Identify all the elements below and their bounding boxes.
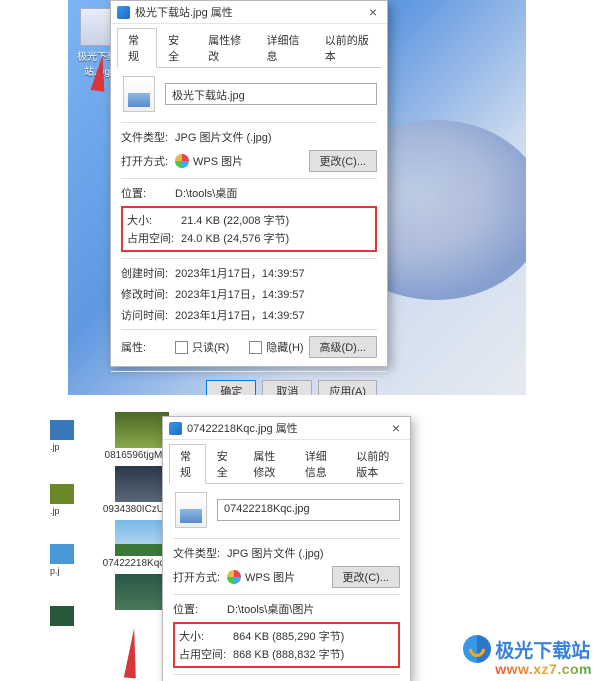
window-title: 极光下载站.jpg 属性 [135,4,365,20]
created-value: 2023年1月17日，14:39:57 [175,265,377,281]
dialog-body: 07422218Kqc.jpg 文件类型: JPG 图片文件 (.jpg) 打开… [163,484,410,681]
tab-modify[interactable]: 属性修改 [242,444,293,484]
attr-label: 属性: [121,339,175,355]
disksize-value: 868 KB (888,832 字节) [233,646,394,662]
advanced-button[interactable]: 高级(D)... [309,336,377,358]
file-icon [123,76,155,112]
hidden-label: 隐藏(H) [266,339,303,355]
tab-modify[interactable]: 属性修改 [197,28,255,68]
size-highlight-box: 大小: 21.4 KB (22,008 字节) 占用空间: 24.0 KB (2… [121,206,377,252]
size-highlight-box: 大小: 864 KB (885,290 字节) 占用空间: 868 KB (88… [173,622,400,668]
tab-general[interactable]: 常规 [117,28,157,68]
readonly-checkbox[interactable] [175,341,188,354]
filetype-value: JPG 图片文件 (.jpg) [227,545,400,561]
openwith-label: 打开方式: [173,569,227,585]
location-value: D:\tools\桌面 [175,185,377,201]
explorer-background: .jp .jp p.j 0816596tjgM.jpg 0934380ICzU.… [50,408,430,681]
tab-prev[interactable]: 以前的版本 [345,444,404,484]
disksize-label: 占用空间: [127,230,181,246]
watermark: 极光下载站 www.xz7.com [463,635,592,677]
hidden-checkbox[interactable] [249,341,262,354]
openwith-value: WPS 图片 [175,153,309,169]
file-icon [175,492,207,528]
thumb-image [115,466,169,502]
created-label: 创建时间: [121,265,175,281]
location-label: 位置: [121,185,175,201]
openwith-label: 打开方式: [121,153,175,169]
red-arrow-icon [124,628,140,679]
size-label: 大小: [179,628,233,644]
filetype-label: 文件类型: [173,545,227,561]
change-button[interactable]: 更改(C)... [332,566,400,588]
titlebar: 07422218Kqc.jpg 属性 × [163,417,410,440]
watermark-name: 极光下载站 [495,636,590,663]
disksize-label: 占用空间: [179,646,233,662]
accessed-value: 2023年1月17日，14:39:57 [175,307,377,323]
size-label: 大小: [127,212,181,228]
thumb-image [115,574,169,610]
change-button[interactable]: 更改(C)... [309,150,377,172]
tab-strip: 常规 安全 属性修改 详细信息 以前的版本 [163,440,410,484]
filetype-value: JPG 图片文件 (.jpg) [175,129,377,145]
tab-general[interactable]: 常规 [169,444,206,484]
accessed-label: 访问时间: [121,307,175,323]
location-value: D:\tools\桌面\图片 [227,601,400,617]
wps-icon [227,570,241,584]
modified-value: 2023年1月17日，14:39:57 [175,286,377,302]
logo-icon [463,635,491,663]
thumb-image [115,412,169,448]
dialog-body: 极光下载站.jpg 文件类型: JPG 图片文件 (.jpg) 打开方式: WP… [111,68,387,371]
apply-button[interactable]: 应用(A) [318,380,377,395]
properties-dialog-2: 07422218Kqc.jpg 属性 × 常规 安全 属性修改 详细信息 以前的… [162,416,411,681]
tab-prev[interactable]: 以前的版本 [314,28,381,68]
close-icon[interactable]: × [388,420,404,436]
tab-details[interactable]: 详细信息 [294,444,345,484]
filename-input[interactable]: 极光下载站.jpg [165,83,377,105]
tab-security[interactable]: 安全 [157,28,197,68]
filename-input[interactable]: 07422218Kqc.jpg [217,499,400,521]
modified-label: 修改时间: [121,286,175,302]
openwith-value: WPS 图片 [227,569,332,585]
size-value: 864 KB (885,290 字节) [233,628,394,644]
disksize-value: 24.0 KB (24,576 字节) [181,230,371,246]
location-label: 位置: [173,601,227,617]
tab-security[interactable]: 安全 [206,444,243,484]
filetype-label: 文件类型: [121,129,175,145]
size-value: 21.4 KB (22,008 字节) [181,212,371,228]
close-icon[interactable]: × [365,4,381,20]
tab-strip: 常规 安全 属性修改 详细信息 以前的版本 [111,24,387,68]
tab-details[interactable]: 详细信息 [255,28,313,68]
cancel-button[interactable]: 取消 [262,380,312,395]
thumb-image [115,520,169,556]
jpg-icon [80,8,114,46]
wps-icon [175,154,189,168]
watermark-url: www.xz7.com [495,661,592,677]
titlebar: 极光下载站.jpg 属性 × [111,1,387,24]
window-title: 07422218Kqc.jpg 属性 [187,420,388,436]
dialog-buttons: 确定 取消 应用(A) [111,371,387,395]
window-icon [117,6,130,19]
window-icon [169,422,182,435]
readonly-label: 只读(R) [192,339,229,355]
properties-dialog-1: 极光下载站.jpg 属性 × 常规 安全 属性修改 详细信息 以前的版本 极光下… [110,0,388,367]
ok-button[interactable]: 确定 [206,380,256,395]
desktop-background: 极光下载站.jpg 极光下载站.jpg 属性 × 常规 安全 属性修改 详细信息… [68,0,526,395]
